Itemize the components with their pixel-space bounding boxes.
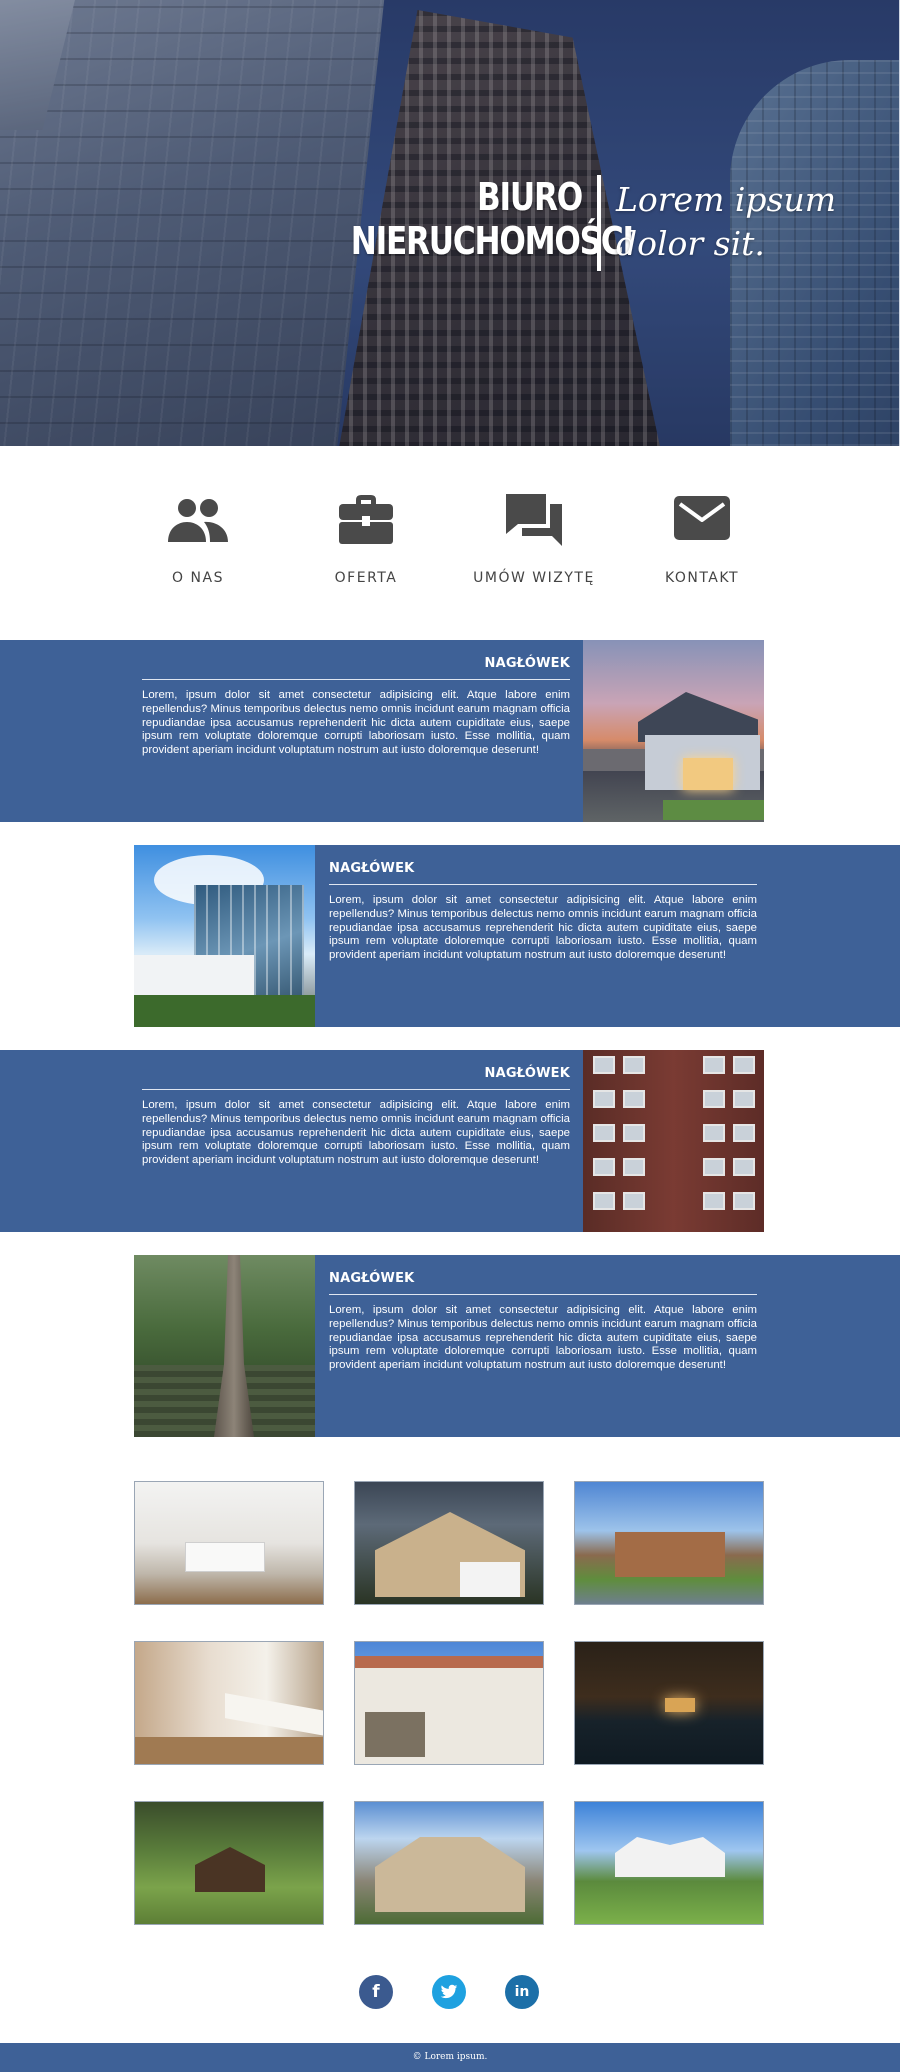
- linkedin-icon[interactable]: in: [505, 1975, 539, 2009]
- nav-label-umow-wizyte: UMÓW WIZYTĘ: [473, 570, 595, 586]
- gallery-photo-white-house[interactable]: [574, 1801, 764, 1925]
- nav-item-kontakt[interactable]: KONTAKT: [632, 490, 772, 586]
- gallery-photo-lake-house[interactable]: [574, 1641, 764, 1765]
- offer-card-2-text: NAGŁÓWEK Lorem, ipsum dolor sit amet con…: [329, 861, 757, 963]
- offer-card-4-ruin-image: [134, 1255, 315, 1437]
- brand-title-line2: NIERUCHOMOŚCI: [350, 219, 634, 263]
- gallery-photo-villa[interactable]: [354, 1641, 544, 1765]
- offer-card-4-body: Lorem, ipsum dolor sit amet consectetur …: [329, 1304, 757, 1372]
- offer-card-1-body: Lorem, ipsum dolor sit amet consectetur …: [142, 689, 570, 757]
- briefcase-icon: [339, 495, 393, 544]
- gallery-photo-mountain-cabin[interactable]: [134, 1801, 324, 1925]
- offer-card-2-office-image: [134, 845, 315, 1027]
- hero-tagline-line1: Lorem ipsum: [616, 180, 837, 219]
- gallery-photo-house-garage[interactable]: [354, 1481, 544, 1605]
- offer-card-1-title: NAGŁÓWEK: [142, 656, 570, 680]
- twitter-icon[interactable]: [432, 1975, 466, 2009]
- nav-item-oferta[interactable]: OFERTA: [296, 490, 436, 586]
- offer-card-1-text: NAGŁÓWEK Lorem, ipsum dolor sit amet con…: [142, 656, 570, 758]
- offer-card-2-body: Lorem, ipsum dolor sit amet consectetur …: [329, 894, 757, 962]
- twitter-bird-glyph: [440, 1984, 458, 1999]
- nav-label-o-nas: O NAS: [172, 570, 224, 586]
- nav-item-umow-wizyte[interactable]: UMÓW WIZYTĘ: [464, 490, 604, 586]
- hero-divider: [597, 175, 601, 271]
- offer-card-4-title: NAGŁÓWEK: [329, 1271, 757, 1295]
- gallery-photo-family-house[interactable]: [354, 1801, 544, 1925]
- people-icon: [168, 499, 228, 542]
- brand-title-line1: BIURO: [477, 175, 583, 219]
- footer-copyright: © Lorem ipsum.: [412, 2052, 488, 2062]
- brand-title: BIURO NIERUCHOMOŚCI: [350, 175, 634, 263]
- offer-card-3-apartment-image: [583, 1050, 764, 1232]
- facebook-icon-glyph: f: [372, 1982, 380, 2002]
- mail-icon: [674, 496, 730, 540]
- offer-card-3-title: NAGŁÓWEK: [142, 1066, 570, 1090]
- linkedin-icon-glyph: in: [514, 1984, 530, 2000]
- chat-icon: [506, 494, 562, 546]
- gallery-photo-kitchen[interactable]: [134, 1481, 324, 1605]
- offer-card-4-text: NAGŁÓWEK Lorem, ipsum dolor sit amet con…: [329, 1271, 757, 1373]
- facebook-icon[interactable]: f: [359, 1975, 393, 2009]
- gallery-photo-house-driveway[interactable]: [574, 1481, 764, 1605]
- nav-label-oferta: OFERTA: [334, 570, 398, 586]
- hero-tagline: Lorem ipsum dolor sit.: [616, 178, 866, 266]
- offer-card-3-body: Lorem, ipsum dolor sit amet consectetur …: [142, 1099, 570, 1167]
- offer-card-1-house-image: [583, 640, 764, 822]
- footer: © Lorem ipsum.: [0, 2043, 900, 2072]
- nav-label-kontakt: KONTAKT: [664, 570, 740, 586]
- offer-card-3-text: NAGŁÓWEK Lorem, ipsum dolor sit amet con…: [142, 1066, 570, 1168]
- gallery-photo-interior[interactable]: [134, 1641, 324, 1765]
- offer-card-2-title: NAGŁÓWEK: [329, 861, 757, 885]
- hero-tagline-line2: dolor sit.: [616, 224, 765, 263]
- hero-banner: BIURO NIERUCHOMOŚCI Lorem ipsum dolor si…: [0, 0, 900, 446]
- nav-item-o-nas[interactable]: O NAS: [128, 490, 268, 586]
